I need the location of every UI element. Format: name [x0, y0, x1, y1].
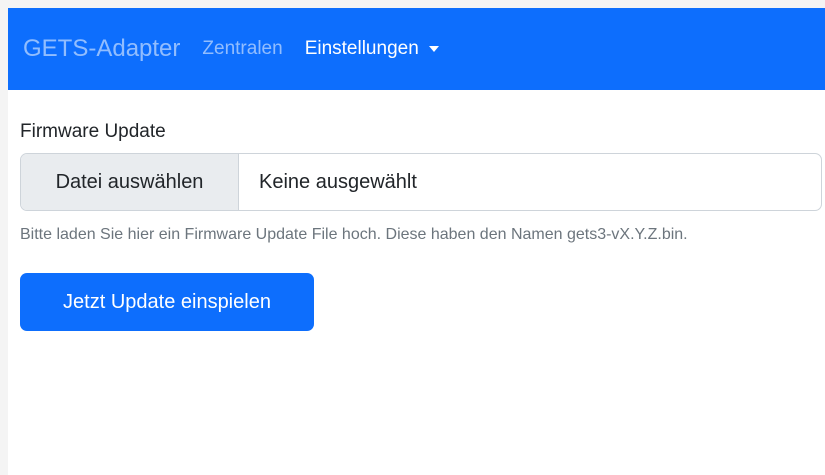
nav-dropdown-einstellungen[interactable]: Einstellungen	[305, 38, 439, 60]
nav-dropdown-label: Einstellungen	[304, 38, 419, 59]
firmware-label: Firmware Update	[20, 121, 166, 142]
caret-down-icon	[428, 46, 439, 52]
page: GETS-Adapter Zentralen Einstellungen Fir…	[8, 8, 825, 475]
submit-update-button[interactable]: Jetzt Update einspielen	[20, 273, 314, 331]
file-name-display: Keine ausgewählt	[259, 170, 417, 193]
brand-link[interactable]: GETS-Adapter	[23, 35, 180, 63]
firmware-file-input[interactable]: Datei auswählen Keine ausgewählt	[20, 153, 822, 211]
nav-link-zentralen[interactable]: Zentralen	[202, 38, 282, 60]
choose-file-button[interactable]: Datei auswählen	[21, 154, 239, 210]
firmware-form: Firmware Update Datei auswählen Keine au…	[8, 90, 825, 331]
navbar: GETS-Adapter Zentralen Einstellungen	[8, 8, 825, 90]
help-text: Bitte laden Sie hier ein Firmware Update…	[20, 226, 688, 243]
